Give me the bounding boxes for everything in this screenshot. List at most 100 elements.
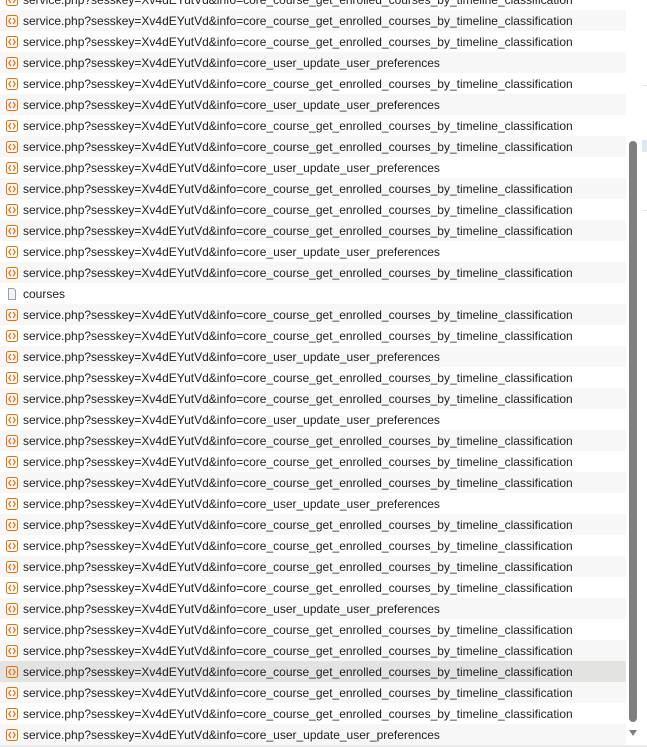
request-row[interactable]: service.php?sesskey=Xv4dEYutVd&info=core… xyxy=(0,367,626,388)
request-row[interactable]: service.php?sesskey=Xv4dEYutVd&info=core… xyxy=(0,178,626,199)
request-row[interactable]: service.php?sesskey=Xv4dEYutVd&info=core… xyxy=(0,724,626,745)
xhr-icon xyxy=(5,518,18,531)
request-row[interactable]: service.php?sesskey=Xv4dEYutVd&info=core… xyxy=(0,388,626,409)
xhr-icon xyxy=(5,161,18,174)
request-name: service.php?sesskey=Xv4dEYutVd&info=core… xyxy=(23,727,440,742)
xhr-icon xyxy=(5,455,18,468)
network-request-panel: service.php?sesskey=Xv4dEYutVd&info=core… xyxy=(0,0,647,747)
request-row[interactable]: service.php?sesskey=Xv4dEYutVd&info=core… xyxy=(0,157,626,178)
request-row[interactable]: service.php?sesskey=Xv4dEYutVd&info=core… xyxy=(0,703,626,724)
xhr-icon xyxy=(5,182,18,195)
xhr-icon xyxy=(5,56,18,69)
request-row[interactable]: service.php?sesskey=Xv4dEYutVd&info=core… xyxy=(0,514,626,535)
request-row[interactable]: service.php?sesskey=Xv4dEYutVd&info=core… xyxy=(0,535,626,556)
xhr-icon xyxy=(5,707,18,720)
request-name: service.php?sesskey=Xv4dEYutVd&info=core… xyxy=(23,349,440,364)
xhr-icon xyxy=(5,203,18,216)
request-row[interactable]: courses xyxy=(0,283,626,304)
xhr-icon xyxy=(5,434,18,447)
request-name: service.php?sesskey=Xv4dEYutVd&info=core… xyxy=(23,55,440,70)
request-name: service.php?sesskey=Xv4dEYutVd&info=core… xyxy=(23,76,573,91)
request-name: service.php?sesskey=Xv4dEYutVd&info=core… xyxy=(23,538,573,553)
request-row[interactable]: service.php?sesskey=Xv4dEYutVd&info=core… xyxy=(0,52,626,73)
scrollbar-thumb[interactable] xyxy=(629,141,637,722)
request-name: service.php?sesskey=Xv4dEYutVd&info=core… xyxy=(23,622,573,637)
request-name: service.php?sesskey=Xv4dEYutVd&info=core… xyxy=(23,433,573,448)
xhr-icon xyxy=(5,665,18,678)
request-name: service.php?sesskey=Xv4dEYutVd&info=core… xyxy=(23,97,440,112)
request-name: service.php?sesskey=Xv4dEYutVd&info=core… xyxy=(23,391,573,406)
request-name: service.php?sesskey=Xv4dEYutVd&info=core… xyxy=(23,685,573,700)
request-name: service.php?sesskey=Xv4dEYutVd&info=core… xyxy=(23,160,440,175)
request-name: service.php?sesskey=Xv4dEYutVd&info=core… xyxy=(23,643,573,658)
request-name: service.php?sesskey=Xv4dEYutVd&info=core… xyxy=(23,664,573,679)
request-row[interactable]: service.php?sesskey=Xv4dEYutVd&info=core… xyxy=(0,73,626,94)
request-row[interactable]: service.php?sesskey=Xv4dEYutVd&info=core… xyxy=(0,409,626,430)
request-name: service.php?sesskey=Xv4dEYutVd&info=core… xyxy=(23,412,440,427)
request-name: service.php?sesskey=Xv4dEYutVd&info=core… xyxy=(23,181,573,196)
request-name: service.php?sesskey=Xv4dEYutVd&info=core… xyxy=(23,202,573,217)
request-row[interactable]: service.php?sesskey=Xv4dEYutVd&info=core… xyxy=(0,661,626,682)
request-row[interactable]: service.php?sesskey=Xv4dEYutVd&info=core… xyxy=(0,325,626,346)
xhr-icon xyxy=(5,371,18,384)
request-row[interactable]: service.php?sesskey=Xv4dEYutVd&info=core… xyxy=(0,346,626,367)
adjacent-pane-edge xyxy=(640,0,647,747)
xhr-icon xyxy=(5,266,18,279)
xhr-icon xyxy=(5,224,18,237)
request-row[interactable]: service.php?sesskey=Xv4dEYutVd&info=core… xyxy=(0,262,626,283)
request-name: service.php?sesskey=Xv4dEYutVd&info=core… xyxy=(23,475,573,490)
document-icon xyxy=(5,287,18,300)
xhr-icon xyxy=(5,245,18,258)
xhr-icon xyxy=(5,560,18,573)
request-row[interactable]: service.php?sesskey=Xv4dEYutVd&info=core… xyxy=(0,31,626,52)
request-row[interactable]: service.php?sesskey=Xv4dEYutVd&info=core… xyxy=(0,577,626,598)
request-name: service.php?sesskey=Xv4dEYutVd&info=core… xyxy=(23,34,573,49)
pane-divider xyxy=(642,85,647,86)
xhr-icon xyxy=(5,602,18,615)
xhr-icon xyxy=(5,119,18,132)
xhr-icon xyxy=(5,14,18,27)
request-name: service.php?sesskey=Xv4dEYutVd&info=core… xyxy=(23,13,573,28)
request-row[interactable]: service.php?sesskey=Xv4dEYutVd&info=core… xyxy=(0,451,626,472)
xhr-icon xyxy=(5,350,18,363)
request-row[interactable]: service.php?sesskey=Xv4dEYutVd&info=core… xyxy=(0,220,626,241)
request-row[interactable]: service.php?sesskey=Xv4dEYutVd&info=core… xyxy=(0,136,626,157)
request-name: courses xyxy=(23,286,66,301)
request-row[interactable]: service.php?sesskey=Xv4dEYutVd&info=core… xyxy=(0,556,626,577)
request-row[interactable]: service.php?sesskey=Xv4dEYutVd&info=core… xyxy=(0,640,626,661)
request-name: service.php?sesskey=Xv4dEYutVd&info=core… xyxy=(23,601,440,616)
xhr-icon xyxy=(5,77,18,90)
request-list: service.php?sesskey=Xv4dEYutVd&info=core… xyxy=(0,0,626,745)
request-row[interactable]: service.php?sesskey=Xv4dEYutVd&info=core… xyxy=(0,0,626,10)
request-row[interactable]: service.php?sesskey=Xv4dEYutVd&info=core… xyxy=(0,493,626,514)
request-row[interactable]: service.php?sesskey=Xv4dEYutVd&info=core… xyxy=(0,241,626,262)
request-name: service.php?sesskey=Xv4dEYutVd&info=core… xyxy=(23,517,573,532)
xhr-icon xyxy=(5,728,18,741)
request-row[interactable]: service.php?sesskey=Xv4dEYutVd&info=core… xyxy=(0,199,626,220)
request-name: service.php?sesskey=Xv4dEYutVd&info=core… xyxy=(23,223,573,238)
xhr-icon xyxy=(5,476,18,489)
scroll-down-arrow-icon[interactable] xyxy=(629,730,637,736)
request-name: service.php?sesskey=Xv4dEYutVd&info=core… xyxy=(23,0,573,7)
request-row[interactable]: service.php?sesskey=Xv4dEYutVd&info=core… xyxy=(0,472,626,493)
request-row[interactable]: service.php?sesskey=Xv4dEYutVd&info=core… xyxy=(0,598,626,619)
request-name: service.php?sesskey=Xv4dEYutVd&info=core… xyxy=(23,244,440,259)
xhr-icon xyxy=(5,35,18,48)
request-row[interactable]: service.php?sesskey=Xv4dEYutVd&info=core… xyxy=(0,682,626,703)
request-row[interactable]: service.php?sesskey=Xv4dEYutVd&info=core… xyxy=(0,10,626,31)
request-row[interactable]: service.php?sesskey=Xv4dEYutVd&info=core… xyxy=(0,115,626,136)
request-row[interactable]: service.php?sesskey=Xv4dEYutVd&info=core… xyxy=(0,94,626,115)
xhr-icon xyxy=(5,98,18,111)
xhr-icon xyxy=(5,0,18,6)
request-row[interactable]: service.php?sesskey=Xv4dEYutVd&info=core… xyxy=(0,619,626,640)
xhr-icon xyxy=(5,623,18,636)
xhr-icon xyxy=(5,686,18,699)
request-name: service.php?sesskey=Xv4dEYutVd&info=core… xyxy=(23,139,573,154)
request-row[interactable]: service.php?sesskey=Xv4dEYutVd&info=core… xyxy=(0,304,626,325)
request-name: service.php?sesskey=Xv4dEYutVd&info=core… xyxy=(23,454,573,469)
xhr-icon xyxy=(5,329,18,342)
vertical-scrollbar[interactable] xyxy=(627,0,639,747)
pane-highlight xyxy=(642,140,647,152)
request-row[interactable]: service.php?sesskey=Xv4dEYutVd&info=core… xyxy=(0,430,626,451)
request-name: service.php?sesskey=Xv4dEYutVd&info=core… xyxy=(23,307,573,322)
